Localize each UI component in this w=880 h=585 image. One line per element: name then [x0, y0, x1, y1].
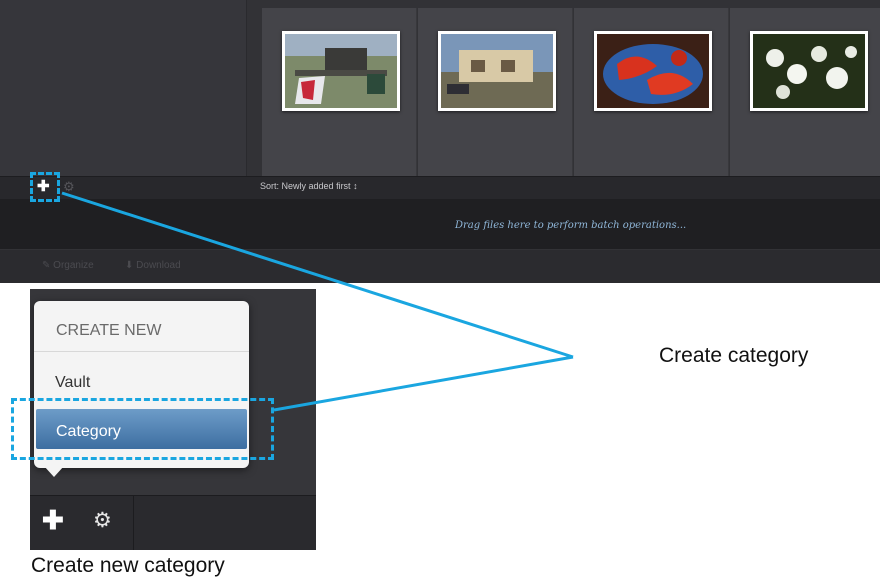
- highlight-box-small: [30, 172, 60, 202]
- sort-value: Newly added first: [281, 181, 351, 191]
- sidebar-pane: [0, 0, 247, 176]
- download-button[interactable]: ⬇ Download: [125, 260, 181, 271]
- download-label: Download: [136, 260, 181, 271]
- toolbar-divider: [133, 495, 134, 550]
- sort-label: Sort:: [260, 181, 280, 191]
- photo-tile[interactable]: [574, 8, 729, 176]
- organize-label: Organize: [53, 260, 94, 271]
- gear-icon[interactable]: ⚙: [63, 180, 75, 193]
- drop-zone-text: Drag files here to perform batch operati…: [455, 220, 687, 231]
- callout-label: Create category: [659, 344, 809, 367]
- drop-zone[interactable]: [0, 199, 880, 249]
- organize-button[interactable]: ✎ Organize: [42, 260, 94, 271]
- zoomed-toolbar: [30, 495, 316, 550]
- menu-divider: [34, 351, 249, 352]
- caption: Create new category: [31, 554, 225, 577]
- thumbnail-building[interactable]: [438, 31, 556, 111]
- photo-tile[interactable]: [730, 8, 880, 176]
- photo-grid: [262, 8, 880, 176]
- photo-tile[interactable]: [418, 8, 573, 176]
- menu-header: CREATE NEW: [56, 322, 162, 339]
- photo-tile[interactable]: [262, 8, 417, 176]
- download-icon: ⬇: [125, 260, 134, 271]
- thumbnail-flowers[interactable]: [750, 31, 868, 111]
- menu-item-vault[interactable]: Vault: [55, 374, 90, 392]
- sort-arrow-icon: ↕: [353, 181, 358, 191]
- gear-icon[interactable]: ⚙: [93, 510, 112, 531]
- bottom-toolbar: [0, 176, 880, 199]
- menu-pointer: [44, 466, 64, 477]
- highlight-box-category: [11, 398, 274, 460]
- app-screenshot: ✚ ⚙ Sort: Newly added first ↕ Drag files…: [0, 0, 880, 283]
- thumbnail-lobster[interactable]: [594, 31, 712, 111]
- sort-control[interactable]: Sort: Newly added first ↕: [260, 181, 358, 191]
- plus-icon[interactable]: ✚: [42, 507, 64, 533]
- thumbnail-saw[interactable]: [282, 31, 400, 111]
- callout-line-bottom: [273, 355, 574, 412]
- pencil-icon: ✎: [42, 260, 51, 271]
